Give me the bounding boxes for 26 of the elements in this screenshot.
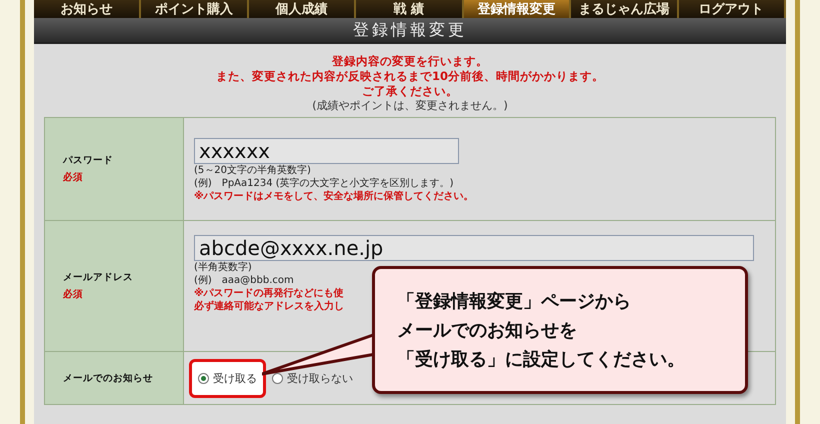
- hint-text: (5～20文字の半角英数字): [194, 164, 311, 177]
- hint-text: 必ず連絡可能なアドレスを入力し: [194, 300, 344, 313]
- radio-icon[interactable]: [198, 372, 209, 384]
- page-title: 登録情報変更: [353, 20, 467, 40]
- hint-text: (半角英数字): [194, 261, 252, 274]
- radio-option[interactable]: 受け取る: [189, 358, 266, 398]
- callout-text: 「登録情報変更」ページから: [397, 290, 632, 314]
- required-label: 必須: [63, 288, 84, 301]
- nav-tab[interactable]: 登録情報変更: [464, 0, 572, 18]
- callout-text: メールでのお知らせを: [397, 318, 578, 342]
- radio-icon[interactable]: [272, 372, 283, 384]
- notice-text: また、変更された内容が反映されるまで10分前後、時間がかかります。: [216, 69, 604, 84]
- notice-text: 登録内容の変更を行います。: [332, 54, 488, 69]
- hint-text: ※パスワードの再発行などにも使: [194, 287, 344, 300]
- field-label: パスワード: [63, 154, 114, 167]
- required-label: 必須: [63, 171, 84, 184]
- hint-text: ※パスワードはメモをして、安全な場所に保管してください。: [194, 190, 474, 203]
- input-field[interactable]: xxxxxx: [194, 138, 459, 164]
- field-label: メールアドレス: [63, 271, 134, 284]
- input-field[interactable]: abcde@xxxx.ne.jp: [194, 235, 754, 261]
- callout-text: 「受け取る」に設定してください。: [397, 348, 686, 372]
- hint-text: (例) aaa@bbb.com: [194, 274, 294, 287]
- hint-text: (例) PpAa1234 (英字の大文字と小文字を区別します。): [194, 177, 454, 190]
- field-label: メールでのお知らせ: [63, 372, 154, 384]
- notice-text: ご了承ください。: [362, 84, 458, 99]
- notice-note: (成績やポイントは、変更されません。): [312, 99, 508, 113]
